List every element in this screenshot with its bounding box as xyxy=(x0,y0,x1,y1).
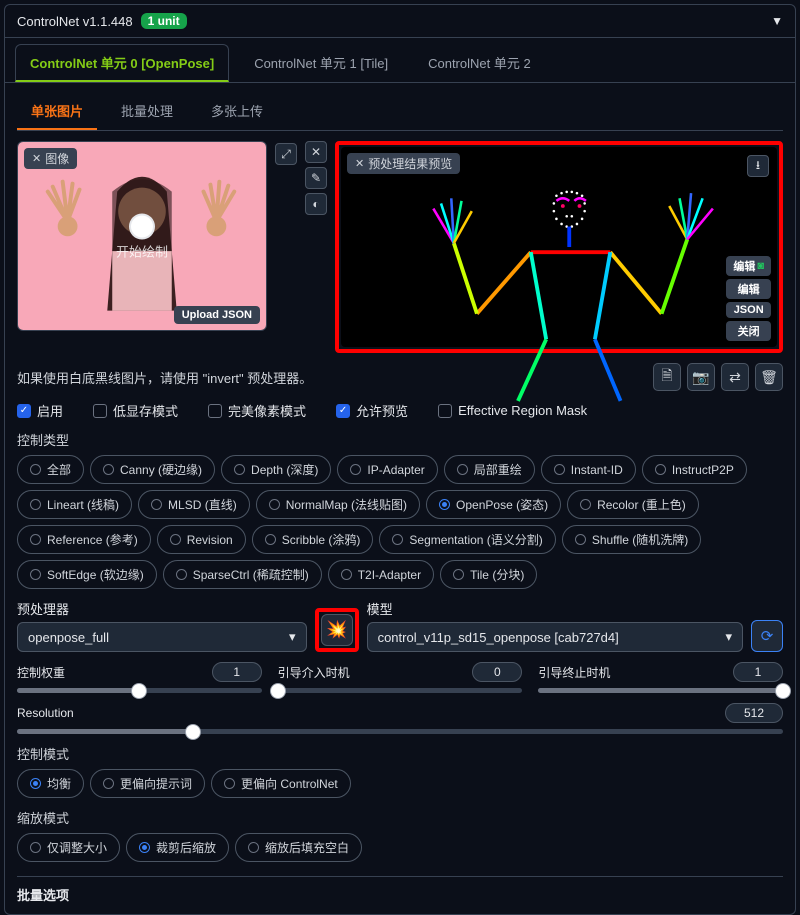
control-type-lineart[interactable]: Lineart (线稿) xyxy=(17,490,132,519)
mode-controlnet[interactable]: 更偏向 ControlNet xyxy=(211,769,351,798)
control-type-depth[interactable]: Depth (深度) xyxy=(221,455,331,484)
allow-preview-checkbox[interactable]: ✓允许预览 xyxy=(336,401,408,420)
tab-unit-2[interactable]: ControlNet 单元 2 xyxy=(413,44,546,82)
control-type-ip-adapter[interactable]: IP-Adapter xyxy=(337,455,437,484)
weight-sliders-row: 控制权重1 引导介入时机0 引导终止时机1 xyxy=(17,662,783,693)
image-mode-tabs: 单张图片 批量处理 多张上传 xyxy=(17,93,783,131)
control-type-tile[interactable]: Tile (分块) xyxy=(440,560,537,589)
image-row: ✕ 图像 开始绘制 Upload JSON ⤢ ✕ ✎ ◐ xyxy=(17,141,783,353)
draw-marker-icon xyxy=(131,216,153,238)
batch-options-accordion[interactable]: 批量选项 xyxy=(17,876,783,904)
color-icon[interactable]: ◐ xyxy=(305,193,327,215)
resize-mode-chips: 仅调整大小 裁剪后缩放 缩放后填充空白 xyxy=(17,833,783,862)
tab-multi[interactable]: 多张上传 xyxy=(197,93,277,130)
image-label: ✕ 图像 xyxy=(24,148,77,169)
explode-highlight-frame: 💥 xyxy=(315,608,359,652)
edit-button[interactable]: 编辑 xyxy=(726,279,771,299)
unit-body: 单张图片 批量处理 多张上传 xyxy=(5,83,795,914)
tab-batch[interactable]: 批量处理 xyxy=(107,93,187,130)
control-type-sparsectrl[interactable]: SparseCtrl (稀疏控制) xyxy=(163,560,322,589)
mode-balanced[interactable]: 均衡 xyxy=(17,769,84,798)
control-type-mlsd[interactable]: MLSD (直线) xyxy=(138,490,250,519)
control-type-label: 控制类型 xyxy=(17,430,783,449)
upload-json-button[interactable]: Upload JSON xyxy=(174,306,260,324)
json-button[interactable]: JSON xyxy=(726,302,771,318)
control-type-segmentation[interactable]: Segmentation (语义分割) xyxy=(379,525,555,554)
control-type-scribble[interactable]: Scribble (涂鸦) xyxy=(252,525,374,554)
lowvram-checkbox[interactable]: 低显存模式 xyxy=(93,401,178,420)
source-image-box[interactable]: ✕ 图像 开始绘制 Upload JSON xyxy=(17,141,267,331)
mode-prompt[interactable]: 更偏向提示词 xyxy=(90,769,205,798)
control-mode-label: 控制模式 xyxy=(17,744,783,763)
control-type-reference[interactable]: Reference (参考) xyxy=(17,525,151,554)
image-icon: ✕ xyxy=(32,152,41,165)
control-mode-chips: 均衡 更偏向提示词 更偏向 ControlNet xyxy=(17,769,783,798)
unit-count-badge: 1 unit xyxy=(141,13,187,29)
control-weight-slider[interactable]: 控制权重1 xyxy=(17,662,262,693)
resize-crop[interactable]: 裁剪后缩放 xyxy=(126,833,229,862)
control-type-instructp2p[interactable]: InstructP2P xyxy=(642,455,747,484)
control-type-canny[interactable]: Canny (硬边缘) xyxy=(90,455,215,484)
helper-text: 如果使用白底黑线图片，请使用 "invert" 预处理器。 xyxy=(17,368,312,387)
edit-icon[interactable]: ✎ xyxy=(305,167,327,189)
pixelperfect-checkbox[interactable]: 完美像素模式 xyxy=(208,401,306,420)
draw-overlay: 开始绘制 xyxy=(116,212,168,261)
panel-header[interactable]: ControlNet v1.1.448 1 unit ▼ xyxy=(5,5,795,38)
tab-unit-0[interactable]: ControlNet 单元 0 [OpenPose] xyxy=(15,44,229,82)
chevron-down-icon[interactable]: ▼ xyxy=(771,14,783,28)
preview-highlight-frame: ✕ 预处理结果预览 ⭳ xyxy=(335,141,783,353)
control-type-softedge[interactable]: SoftEdge (软边缘) xyxy=(17,560,157,589)
preprocess-preview[interactable]: ✕ 预处理结果预览 ⭳ xyxy=(341,147,777,347)
check-row: ✓启用 低显存模式 完美像素模式 ✓允许预览 Effective Region … xyxy=(17,401,783,420)
preprocessor-select[interactable]: openpose_full▾ xyxy=(17,622,307,652)
run-preprocess-button[interactable]: 💥 xyxy=(321,614,353,646)
control-type-recolor[interactable]: Recolor (重上色) xyxy=(567,490,699,519)
controlnet-panel: ControlNet v1.1.448 1 unit ▼ ControlNet … xyxy=(4,4,796,915)
control-type-normalmap[interactable]: NormalMap (法线贴图) xyxy=(256,490,420,519)
control-type-t2i-adapter[interactable]: T2I-Adapter xyxy=(328,560,434,589)
enable-checkbox[interactable]: ✓启用 xyxy=(17,401,63,420)
unit-tabs: ControlNet 单元 0 [OpenPose] ControlNet 单元… xyxy=(5,38,795,83)
image-tool-col-1: ⤢ xyxy=(275,143,297,353)
refresh-models-button[interactable]: ⟳ xyxy=(751,620,783,652)
close-preview-button[interactable]: 关闭 xyxy=(726,321,771,341)
openpose-skeleton xyxy=(341,147,777,403)
control-type-openpose[interactable]: OpenPose (姿态) xyxy=(426,490,561,519)
model-select[interactable]: control_v11p_sd15_openpose [cab727d4]▾ xyxy=(367,622,743,652)
preview-action-buttons: 编辑◙ 编辑 JSON 关闭 xyxy=(726,256,771,341)
resize-just[interactable]: 仅调整大小 xyxy=(17,833,120,862)
guidance-start-slider[interactable]: 引导介入时机0 xyxy=(278,662,523,693)
tab-single-image[interactable]: 单张图片 xyxy=(17,93,97,130)
control-type-revision[interactable]: Revision xyxy=(157,525,246,554)
chevron-down-icon: ▾ xyxy=(725,629,732,645)
control-type-全部[interactable]: 全部 xyxy=(17,455,84,484)
fullscreen-icon[interactable]: ⤢ xyxy=(275,143,297,165)
preprocessor-label: 预处理器 xyxy=(17,599,307,618)
control-type-shuffle[interactable]: Shuffle (随机洗牌) xyxy=(562,525,701,554)
preprocessor-model-row: 预处理器 openpose_full▾ 💥 模型 control_v11p_sd… xyxy=(17,599,783,652)
effective-region-checkbox[interactable]: Effective Region Mask xyxy=(438,403,587,418)
resize-fill[interactable]: 缩放后填充空白 xyxy=(235,833,362,862)
guidance-end-slider[interactable]: 引导终止时机1 xyxy=(538,662,783,693)
resolution-slider[interactable]: Resolution512 xyxy=(17,703,783,734)
chevron-down-icon: ▾ xyxy=(289,629,296,645)
resize-mode-label: 缩放模式 xyxy=(17,808,783,827)
model-label: 模型 xyxy=(367,599,743,618)
close-icon[interactable]: ✕ xyxy=(305,141,327,163)
control-type-instant-id[interactable]: Instant-ID xyxy=(541,455,636,484)
panel-title: ControlNet v1.1.448 xyxy=(17,14,133,29)
control-type-局部重绘[interactable]: 局部重绘 xyxy=(444,455,535,484)
image-tool-col-2: ✕ ✎ ◐ xyxy=(305,141,327,353)
edit-pose-button[interactable]: 编辑◙ xyxy=(726,256,771,276)
tab-unit-1[interactable]: ControlNet 单元 1 [Tile] xyxy=(239,44,403,82)
control-type-chips: 全部Canny (硬边缘)Depth (深度)IP-Adapter局部重绘Ins… xyxy=(17,455,783,589)
